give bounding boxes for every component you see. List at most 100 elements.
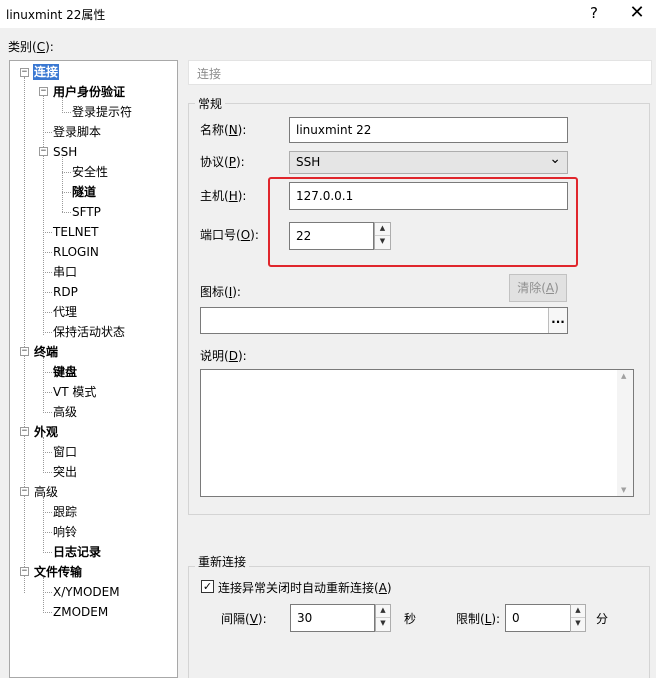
tree-line xyxy=(62,172,71,173)
limit-label: 限制(L): xyxy=(456,612,501,626)
tree-item-login-prompt[interactable]: 登录提示符 xyxy=(72,104,132,120)
tree-line xyxy=(43,272,52,273)
tree-item-sftp[interactable]: SFTP xyxy=(72,204,101,220)
limit-down-icon[interactable]: ▼ xyxy=(571,618,585,631)
category-label: 类别(C): xyxy=(8,40,54,54)
auto-reconnect-checkbox[interactable]: ✓ xyxy=(201,580,214,593)
limit-up-icon[interactable]: ▲ xyxy=(571,605,585,618)
chevron-down-icon: ⌄ xyxy=(549,151,561,167)
description-textarea[interactable]: ▲ ▼ xyxy=(200,369,634,497)
name-input[interactable]: linuxmint 22 xyxy=(289,117,568,143)
interval-spinner[interactable]: ▲ ▼ xyxy=(375,604,391,632)
tree-line xyxy=(43,332,52,333)
port-label: 端口号(O): xyxy=(200,228,259,242)
expand-toggle-file-transfer[interactable]: − xyxy=(20,567,29,576)
tree-item-terminal-advanced[interactable]: 高级 xyxy=(53,404,77,420)
scroll-down-icon[interactable]: ▼ xyxy=(621,486,626,494)
tree-item-file-transfer[interactable]: 文件传输 xyxy=(34,564,82,580)
expand-toggle-connection[interactable]: − xyxy=(20,68,29,77)
tree-item-window[interactable]: 窗口 xyxy=(53,444,77,460)
tree-line xyxy=(62,192,71,193)
tree-item-logging[interactable]: 日志记录 xyxy=(53,544,101,560)
tree-item-rlogin[interactable]: RLOGIN xyxy=(53,244,99,260)
interval-up-icon[interactable]: ▲ xyxy=(376,605,390,618)
interval-down-icon[interactable]: ▼ xyxy=(376,618,390,631)
description-label: 说明(D): xyxy=(200,349,247,363)
tree-line xyxy=(43,577,44,611)
tree-line xyxy=(43,232,52,233)
tree-item-user-auth[interactable]: 用户身份验证 xyxy=(53,84,125,100)
protocol-label: 协议(P): xyxy=(200,155,245,169)
tree-item-serial[interactable]: 串口 xyxy=(53,264,77,280)
tree-line xyxy=(43,392,52,393)
tree-line xyxy=(43,292,52,293)
tree-item-proxy[interactable]: 代理 xyxy=(53,304,77,320)
close-icon: ✕ xyxy=(629,2,645,23)
tree-item-telnet[interactable]: TELNET xyxy=(53,224,99,240)
tree-item-xymodem[interactable]: X/YMODEM xyxy=(53,584,120,600)
help-button[interactable]: ? xyxy=(574,2,614,24)
tree-item-connection[interactable]: 连接 xyxy=(33,64,60,80)
name-label: 名称(N): xyxy=(200,123,247,137)
title-bar: linuxmint 22属性 ? ✕ xyxy=(0,0,656,28)
tree-line xyxy=(43,532,52,533)
clear-button[interactable]: 清除(A) xyxy=(509,274,567,302)
expand-toggle-user-auth[interactable]: − xyxy=(39,87,48,96)
browse-icon-button[interactable]: ... xyxy=(548,308,567,333)
tree-item-login-script[interactable]: 登录脚本 xyxy=(53,124,101,140)
expand-toggle-terminal[interactable]: − xyxy=(20,347,29,356)
interval-input[interactable]: 30 xyxy=(290,604,375,632)
category-tree[interactable]: − − − − − − − 连接 用户身份验证 登录提示符 登录脚本 SSH 安… xyxy=(9,60,178,678)
tree-line xyxy=(43,95,44,335)
scroll-up-icon[interactable]: ▲ xyxy=(621,372,626,380)
auto-reconnect-label: 连接异常关闭时自动重新连接(A) xyxy=(218,581,392,595)
tree-line xyxy=(43,592,52,593)
tree-line xyxy=(43,452,52,453)
description-scrollbar[interactable]: ▲ ▼ xyxy=(617,370,633,496)
page-header: 连接 xyxy=(188,60,652,85)
tree-item-keepalive[interactable]: 保持活动状态 xyxy=(53,324,125,340)
tree-item-advanced[interactable]: 高级 xyxy=(34,484,58,500)
protocol-value: SSH xyxy=(296,155,321,169)
tree-line xyxy=(62,212,71,213)
tree-line xyxy=(62,157,63,212)
general-group-title: 常规 xyxy=(195,95,226,112)
tree-line xyxy=(43,512,52,513)
tree-item-highlight[interactable]: 突出 xyxy=(53,464,77,480)
tree-item-terminal[interactable]: 终端 xyxy=(34,344,58,360)
tree-item-appearance[interactable]: 外观 xyxy=(34,424,58,440)
tree-item-vt-mode[interactable]: VT 模式 xyxy=(53,384,96,400)
tree-item-keyboard[interactable]: 键盘 xyxy=(53,364,77,380)
expand-toggle-advanced[interactable]: − xyxy=(20,487,29,496)
host-label: 主机(H): xyxy=(200,189,247,203)
seconds-unit: 秒 xyxy=(404,612,417,626)
icon-label: 图标(I): xyxy=(200,285,241,299)
tree-line xyxy=(43,497,44,551)
tree-line xyxy=(24,77,25,593)
close-button[interactable]: ✕ xyxy=(617,2,656,24)
tree-item-ssh[interactable]: SSH xyxy=(53,144,77,160)
protocol-select[interactable]: SSH ⌄ xyxy=(289,151,568,174)
highlight-box xyxy=(268,177,578,267)
tree-line xyxy=(62,112,71,113)
reconnect-group-title: 重新连接 xyxy=(195,553,250,570)
tree-line xyxy=(43,437,44,471)
tree-line xyxy=(43,372,52,373)
minutes-unit: 分 xyxy=(596,612,609,626)
tree-item-bell[interactable]: 响铃 xyxy=(53,524,77,540)
tree-item-security[interactable]: 安全性 xyxy=(72,164,108,180)
tree-line xyxy=(43,472,52,473)
tree-line xyxy=(43,412,52,413)
tree-item-rdp[interactable]: RDP xyxy=(53,284,78,300)
window-title: linuxmint 22属性 xyxy=(6,8,106,22)
expand-toggle-appearance[interactable]: − xyxy=(20,427,29,436)
tree-item-zmodem[interactable]: ZMODEM xyxy=(53,604,108,620)
limit-spinner[interactable]: ▲ ▼ xyxy=(570,604,586,632)
tree-item-tunnel[interactable]: 隧道 xyxy=(72,184,96,200)
limit-input[interactable]: 0 xyxy=(505,604,571,632)
icon-path-input[interactable]: ... xyxy=(200,307,568,334)
tree-line xyxy=(43,357,44,411)
expand-toggle-ssh[interactable]: − xyxy=(39,147,48,156)
tree-item-trace[interactable]: 跟踪 xyxy=(53,504,77,520)
tree-line xyxy=(43,312,52,313)
